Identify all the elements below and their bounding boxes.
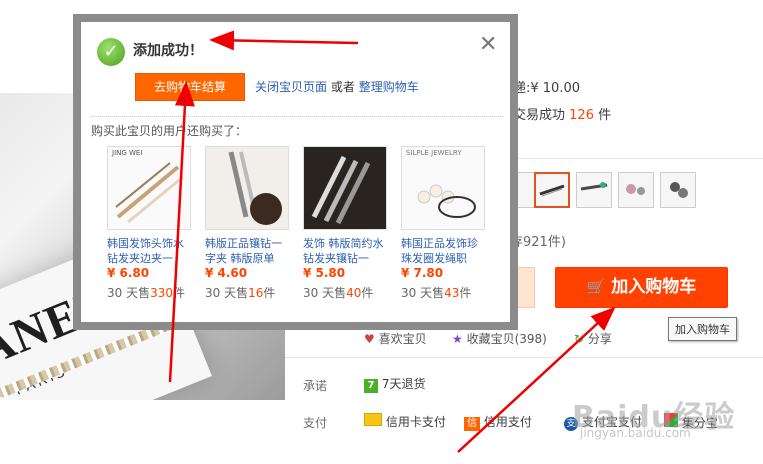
baidu-watermark-url: jingyan.baidu.com	[580, 426, 691, 440]
